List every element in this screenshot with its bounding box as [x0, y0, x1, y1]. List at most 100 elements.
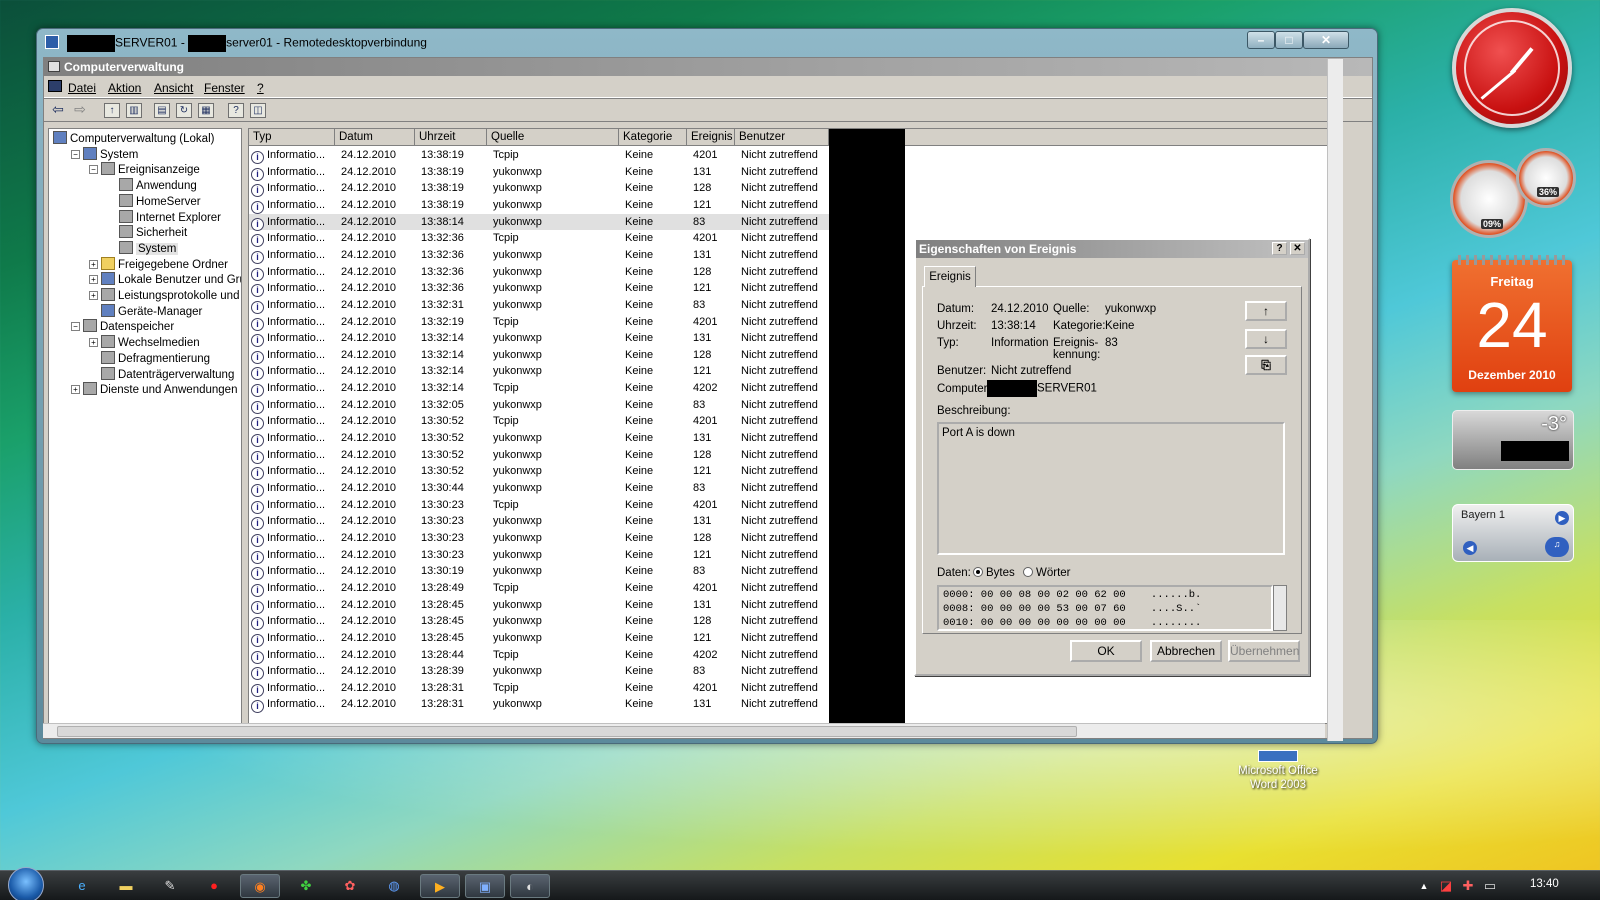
table-row[interactable]: i Informatio... 24.12.2010 13:28:45 yukonwxp… [249, 613, 829, 631]
table-row[interactable]: i Informatio... 24.12.2010 13:28:49 Tcpip Kei… [249, 580, 829, 597]
table-row[interactable]: i Informatio... 24.12.2010 13:32:14 yukonwxp… [249, 363, 829, 381]
dialog-help-button[interactable]: ? [1272, 242, 1287, 255]
table-row[interactable]: i Informatio... 24.12.2010 13:30:52 yukonwxp… [249, 430, 829, 448]
table-row[interactable]: i Informatio... 24.12.2010 13:38:19 Tcpip Kei… [249, 147, 829, 164]
expand-toggle-icon[interactable]: + [89, 275, 98, 285]
previous-event-button[interactable]: ↑ [1245, 301, 1287, 321]
headphones-icon[interactable]: ♫ [1545, 537, 1569, 557]
col-uhrzeit[interactable]: Uhrzeit [415, 129, 487, 146]
table-row[interactable]: i Informatio... 24.12.2010 13:32:19 Tcpip Kei… [249, 314, 829, 331]
cancel-button[interactable]: Abbrechen [1150, 640, 1222, 662]
show-tree-icon[interactable]: ▥ [126, 103, 142, 118]
tool-icon[interactable]: ✎ [156, 874, 184, 898]
vertical-scrollbar[interactable] [1327, 59, 1343, 741]
tree-node[interactable]: − Ereignisanzeige [89, 162, 200, 177]
tree-node[interactable]: Geräte-Manager [89, 303, 202, 319]
menu-help[interactable]: ? [257, 81, 264, 95]
table-row[interactable]: i Informatio... 24.12.2010 13:30:52 Tcpip Kei… [249, 413, 829, 431]
expand-toggle-icon[interactable]: + [89, 259, 98, 269]
expand-toggle-icon[interactable]: + [71, 385, 80, 395]
tree-node[interactable]: Computerverwaltung (Lokal) [53, 131, 214, 146]
console-icon[interactable] [48, 80, 62, 92]
table-row[interactable]: i Informatio... 24.12.2010 13:28:45 yukonwxp… [249, 597, 829, 614]
horizontal-scrollbar[interactable] [43, 723, 1325, 738]
clock-gadget[interactable] [1452, 8, 1572, 128]
tab-ereignis[interactable]: Ereignis [924, 266, 976, 287]
table-row[interactable]: i Informatio... 24.12.2010 13:30:44 yukonwxp… [249, 480, 829, 497]
table-row[interactable]: i Informatio... 24.12.2010 13:30:23 yukonwxp… [249, 513, 829, 531]
tree-node[interactable]: Sicherheit [107, 225, 187, 240]
view-icon[interactable]: ◫ [250, 103, 266, 118]
tray-network-icon[interactable]: ▭ [1476, 874, 1504, 898]
start-button[interactable] [8, 867, 44, 900]
ok-button[interactable]: OK [1070, 640, 1142, 662]
table-row[interactable]: i Informatio... 24.12.2010 13:32:36 yukonwxp… [249, 264, 829, 281]
weather-gadget[interactable]: -3° [1452, 410, 1574, 470]
maximize-button[interactable]: □ [1275, 31, 1303, 49]
description-box[interactable]: Port A is down [937, 422, 1285, 555]
table-row[interactable]: i Informatio... 24.12.2010 13:38:19 yukonwxp… [249, 164, 829, 181]
prev-station-icon[interactable]: ◀ [1463, 541, 1477, 555]
ie-icon[interactable]: e [68, 874, 96, 898]
rdp-titlebar[interactable]: SERVER01 - server01 - Remotedesktopverbi… [37, 29, 1377, 55]
table-row[interactable]: i Informatio... 24.12.2010 13:30:52 yukonwxp… [249, 447, 829, 464]
col-quelle[interactable]: Quelle [487, 129, 619, 146]
expand-toggle-icon[interactable]: + [89, 291, 98, 300]
tree-node[interactable]: Anwendung [107, 178, 197, 193]
tree-node[interactable]: Defragmentierung [89, 350, 210, 366]
next-station-icon[interactable]: ▶ [1555, 511, 1569, 525]
export-list-icon[interactable]: ▦ [198, 103, 214, 118]
properties-icon[interactable]: ▤ [154, 103, 170, 118]
tree-node[interactable]: + Dienste und Anwendungen [71, 382, 237, 397]
scrollbar-thumb[interactable] [57, 726, 1077, 737]
table-row[interactable]: i Informatio... 24.12.2010 13:32:36 yukonwxp… [249, 247, 829, 264]
table-row[interactable]: i Informatio... 24.12.2010 13:30:23 yukonwxp… [249, 547, 829, 564]
copy-button[interactable]: ⎘ [1245, 355, 1287, 375]
tree-node[interactable]: + Wechselmedien [89, 335, 200, 350]
table-row[interactable]: i Informatio... 24.12.2010 13:28:31 yukonwxp… [249, 696, 829, 714]
table-row[interactable]: i Informatio... 24.12.2010 13:32:14 Tcpip Kei… [249, 380, 829, 398]
up-folder-icon[interactable]: ↑ [104, 103, 120, 118]
next-event-button[interactable]: ↓ [1245, 329, 1287, 349]
bytes-radio[interactable]: Bytes [973, 567, 1015, 579]
tree-node[interactable]: System [107, 240, 179, 256]
table-row[interactable]: i Informatio... 24.12.2010 13:32:14 yukonwxp… [249, 330, 829, 348]
refresh-icon[interactable]: ↻ [176, 103, 192, 118]
col-kategorie[interactable]: Kategorie [619, 129, 687, 146]
apply-button[interactable]: Übernehmen [1228, 640, 1300, 662]
data-hex-box[interactable]: 0000: 00 00 08 00 02 00 62 00 ......b. 0… [937, 585, 1273, 631]
tree-node[interactable]: Internet Explorer [107, 209, 221, 225]
table-row[interactable]: i Informatio... 24.12.2010 13:28:44 Tcpip Kei… [249, 647, 829, 664]
taskbar-clock[interactable]: 13:40 [1530, 878, 1559, 890]
table-row[interactable]: i Informatio... 24.12.2010 13:32:31 yukonwxp… [249, 297, 829, 314]
computer-management-taskbar-button[interactable]: ◐ [510, 874, 550, 898]
table-row[interactable]: i Informatio... 24.12.2010 13:38:14 yukonwxp… [249, 213, 829, 231]
menu-datei[interactable]: Datei [68, 81, 96, 95]
tree-node[interactable]: + Freigegebene Ordner [89, 256, 228, 272]
table-row[interactable]: i Informatio... 24.12.2010 13:32:36 Tcpip Kei… [249, 230, 829, 248]
table-row[interactable]: i Informatio... 24.12.2010 13:28:31 Tcpip Kei… [249, 680, 829, 697]
col-ereignis[interactable]: Ereignis [687, 129, 735, 146]
table-row[interactable]: i Informatio... 24.12.2010 13:32:05 yukonwxp… [249, 397, 829, 414]
back-arrow-icon[interactable]: ⇦ [50, 102, 66, 118]
expand-toggle-icon[interactable]: − [71, 149, 80, 159]
tree-node[interactable]: + Leistungsprotokolle und War [89, 288, 241, 303]
tree-node[interactable]: − System [71, 146, 138, 162]
table-row[interactable]: i Informatio... 24.12.2010 13:38:19 yukonwxp… [249, 180, 829, 198]
menu-fenster[interactable]: Fenster [204, 81, 245, 95]
woerter-radio[interactable]: Wörter [1023, 567, 1071, 579]
forward-arrow-icon[interactable]: ⇨ [72, 102, 88, 118]
expand-toggle-icon[interactable]: − [89, 165, 98, 175]
menu-aktion[interactable]: Aktion [108, 81, 141, 95]
menu-ansicht[interactable]: Ansicht [154, 81, 193, 95]
tree-node[interactable]: − Datenspeicher [71, 319, 174, 334]
minimize-button[interactable]: – [1247, 31, 1275, 49]
table-row[interactable]: i Informatio... 24.12.2010 13:28:39 yukonwxp… [249, 663, 829, 681]
dialog-close-button[interactable]: ✕ [1290, 242, 1305, 255]
radio-gadget[interactable]: Bayern 1 ▶ ◀ ♫ [1452, 504, 1574, 562]
calendar-gadget[interactable]: Freitag 24 Dezember 2010 [1452, 255, 1572, 392]
desktop-icon-word[interactable]: Microsoft Office Word 2003 [1230, 750, 1326, 792]
clover-icon[interactable]: ✤ [292, 874, 320, 898]
network-icon[interactable]: ◍ [380, 874, 408, 898]
folder-icon[interactable]: ▬ [112, 874, 140, 898]
